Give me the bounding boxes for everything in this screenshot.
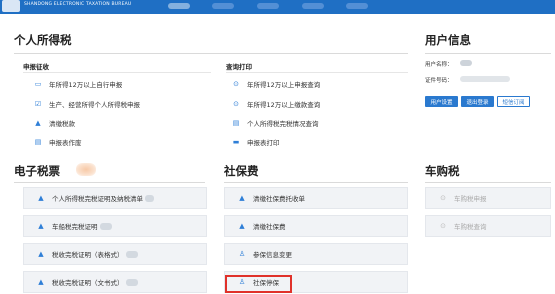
user-info-title: 用户信息: [425, 33, 471, 47]
checkbox-icon: ☑: [34, 100, 42, 108]
tax-certificate-table-tile[interactable]: ▲ 税收完税证明（表格式）: [23, 243, 207, 265]
print-declaration-link[interactable]: ▬ 申报表打印: [231, 136, 280, 148]
redacted-chip: [145, 194, 154, 202]
tax-certificate-document-tile[interactable]: ▲ 税收完税证明（文书式）: [23, 271, 207, 293]
social-security-title: 社保费: [224, 164, 259, 178]
username-value: [460, 60, 472, 66]
nav-item[interactable]: [257, 3, 279, 9]
personal-income-tax-title: 个人所得税: [14, 33, 72, 47]
query-heading: 查询打印: [226, 63, 252, 71]
id-number-label: 证件号码：: [425, 78, 453, 84]
search-icon: ⊙: [233, 100, 239, 108]
section-divider: [14, 53, 408, 54]
declare-annual-income-link[interactable]: ▭ 年所得12万以上自行申报: [33, 78, 123, 90]
nav-item[interactable]: [212, 3, 234, 9]
section-divider: [425, 182, 551, 183]
void-declaration-link[interactable]: ▤ 申报表作废: [33, 136, 82, 148]
declare-heading: 申报征收: [23, 63, 49, 71]
redacted-chip: [125, 278, 138, 286]
social-security-collection-tile[interactable]: ▲ 清缴社保费托收单: [224, 187, 408, 209]
vehicle-tax-certificate-tile[interactable]: ▲ 车船税完税证明: [23, 215, 207, 237]
nav-item-active[interactable]: [168, 3, 190, 9]
payment-query-link[interactable]: ⊙ 年所得12万以上缴款查询: [231, 98, 320, 110]
section-divider: [224, 182, 408, 183]
id-number-value: [460, 76, 510, 82]
user-icon: ♙: [238, 250, 246, 258]
top-banner: SHANDONG ELECTRONIC TAXATION BUREAU: [0, 0, 555, 14]
vehicle-tax-declare-tile[interactable]: ⊙ 车购税申报: [425, 187, 551, 209]
search-icon: ⊙: [440, 194, 446, 202]
e-tax-ticket-title: 电子税票: [14, 164, 60, 178]
payment-icon: ▲: [38, 194, 44, 202]
divider: [226, 72, 408, 73]
nav-item[interactable]: [346, 3, 368, 9]
tax-bureau-logo: [2, 0, 20, 12]
vehicle-tax-query-tile[interactable]: ⊙ 车购税查询: [425, 215, 551, 237]
tax-status-query-link[interactable]: ▤ 个人所得税完税情况查询: [231, 117, 319, 129]
nav-item[interactable]: [302, 3, 324, 9]
declaration-query-link[interactable]: ⊙ 年所得12万以上申报查询: [231, 78, 320, 90]
insurance-info-change-tile[interactable]: ♙ 参保信息变更: [224, 243, 408, 265]
redacted-badge: [76, 163, 96, 176]
section-divider: [14, 182, 205, 183]
divider: [23, 72, 211, 73]
payment-icon: ▲: [239, 194, 245, 202]
redacted-chip: [99, 222, 112, 230]
payment-icon: ▲: [38, 278, 44, 286]
payment-icon: ▲: [35, 119, 41, 127]
pay-tax-link[interactable]: ▲ 清缴税款: [33, 117, 75, 129]
document-icon: ▤: [34, 138, 42, 146]
printer-icon: ▬: [232, 138, 240, 146]
username-label: 用户名称：: [425, 62, 453, 68]
user-settings-button[interactable]: 用户设置: [425, 96, 458, 107]
search-icon: ⊙: [440, 222, 446, 230]
sms-subscribe-button[interactable]: 短信订阅: [497, 96, 530, 107]
highlight-box: [225, 275, 292, 293]
document-icon: ▤: [232, 119, 240, 127]
logout-button[interactable]: 退出登录: [461, 96, 494, 107]
social-security-payment-tile[interactable]: ▲ 清缴社保费: [224, 215, 408, 237]
search-icon: ⊙: [233, 80, 239, 88]
payment-icon: ▲: [239, 222, 245, 230]
vehicle-purchase-tax-title: 车购税: [425, 164, 460, 178]
section-divider: [425, 53, 551, 54]
monitor-icon: ▭: [34, 80, 42, 88]
declare-business-income-link[interactable]: ☑ 生产、经营所得个人所得税申报: [33, 98, 140, 110]
tax-certificate-list-tile[interactable]: ▲ 个人所得税完税证明及纳税清单: [23, 187, 207, 209]
payment-icon: ▲: [38, 222, 44, 230]
redacted-chip: [125, 250, 138, 258]
bureau-name: SHANDONG ELECTRONIC TAXATION BUREAU: [24, 2, 132, 7]
payment-icon: ▲: [38, 250, 44, 258]
